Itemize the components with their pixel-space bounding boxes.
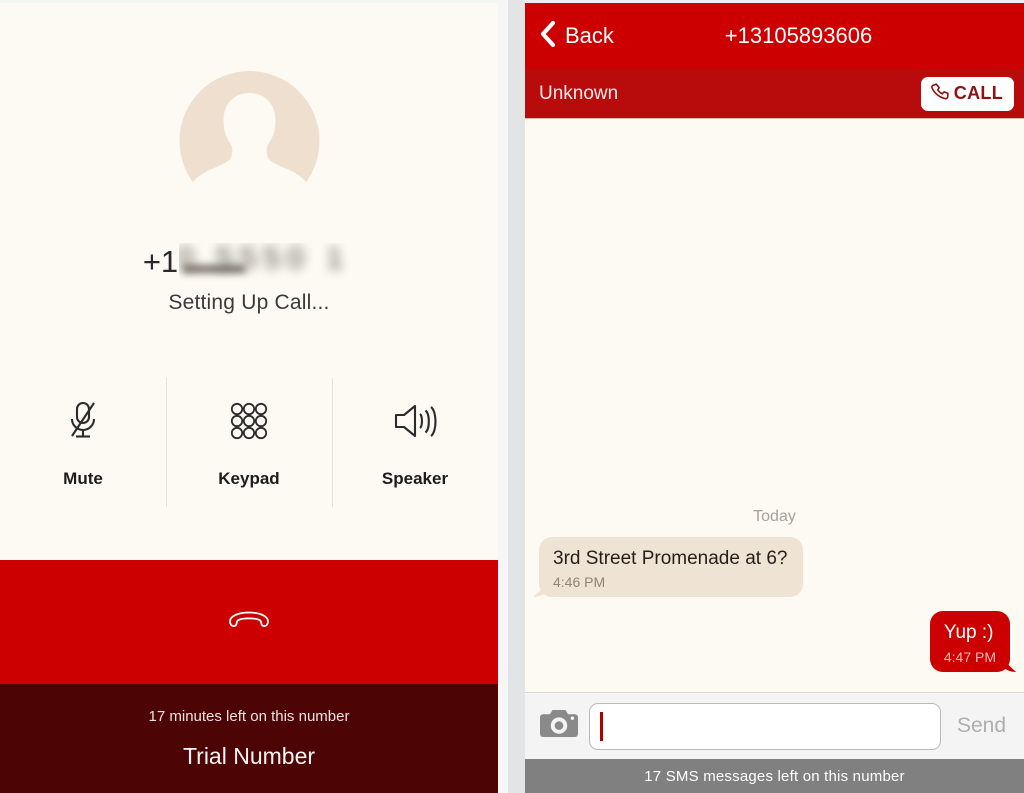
- message-timestamp: 4:47 PM: [943, 649, 996, 665]
- message-row-outgoing: Yup :) 4:47 PM: [539, 611, 1010, 672]
- keypad-dots-icon: [229, 392, 269, 450]
- speaker-button[interactable]: Speaker: [332, 378, 498, 523]
- minutes-left-text: 17 minutes left on this number: [148, 708, 350, 725]
- call-phone-number: +1 0 5550 1 2 3 4 5: [143, 239, 355, 285]
- panel-divider: [498, 0, 525, 793]
- message-text: Yup :): [943, 622, 994, 644]
- call-controls: Mute Keypad Speaker: [0, 378, 498, 523]
- send-button[interactable]: Send: [951, 714, 1016, 738]
- end-call-button[interactable]: [0, 560, 498, 684]
- day-separator: Today: [753, 507, 796, 525]
- call-button-label: CALL: [953, 83, 1003, 103]
- message-bubble[interactable]: 3rd Street Promenade at 6? 4:46 PM: [539, 536, 804, 598]
- microphone-muted-icon: [66, 392, 100, 450]
- trial-status-bar: 17 minutes left on this number Trial Num…: [0, 684, 498, 793]
- call-status-text: Setting Up Call...: [168, 291, 330, 314]
- sms-navbar: Back +13105893606: [525, 3, 1024, 69]
- sms-panel: Back +13105893606 Unknown CALL Today 3rd…: [525, 0, 1024, 793]
- screenshot-root: +1 0 5550 1 2 3 4 5 Setting Up Call...: [0, 0, 1024, 793]
- plan-name-text: Trial Number: [182, 743, 316, 769]
- call-panel: +1 0 5550 1 2 3 4 5 Setting Up Call...: [0, 0, 498, 793]
- text-cursor: [600, 711, 603, 741]
- redacted-number: 0 5550 1 2 3 4 5: [179, 243, 355, 275]
- back-button[interactable]: Back: [525, 20, 614, 53]
- mute-button[interactable]: Mute: [0, 378, 166, 523]
- back-label: Back: [565, 23, 614, 48]
- keypad-label: Keypad: [218, 469, 280, 488]
- mute-label: Mute: [63, 469, 103, 488]
- contact-subbar: Unknown CALL: [525, 69, 1024, 119]
- person-avatar-icon: [177, 67, 322, 215]
- message-bubble[interactable]: Yup :) 4:47 PM: [929, 611, 1010, 672]
- handset-icon: [930, 82, 949, 106]
- message-thread[interactable]: Today 3rd Street Promenade at 6? 4:46 PM…: [525, 119, 1024, 692]
- chevron-left-icon: [539, 20, 556, 53]
- keypad-button[interactable]: Keypad: [166, 378, 332, 523]
- sms-quota-bar: 17 SMS messages left on this number: [525, 759, 1024, 793]
- call-button[interactable]: CALL: [920, 76, 1014, 111]
- speaker-waves-icon: [393, 392, 437, 450]
- call-info-area: +1 0 5550 1 2 3 4 5 Setting Up Call...: [0, 3, 498, 560]
- message-text: 3rd Street Promenade at 6?: [553, 547, 788, 569]
- speaker-label: Speaker: [381, 469, 449, 488]
- country-code: +1: [142, 244, 179, 279]
- camera-icon[interactable]: [539, 708, 579, 745]
- message-row-incoming: 3rd Street Promenade at 6? 4:46 PM: [539, 536, 1010, 598]
- message-input[interactable]: [589, 702, 941, 750]
- end-call-handset-icon: [226, 607, 272, 638]
- message-composer: Send: [525, 692, 1024, 759]
- contact-name: Unknown: [539, 82, 619, 104]
- message-timestamp: 4:46 PM: [553, 574, 606, 591]
